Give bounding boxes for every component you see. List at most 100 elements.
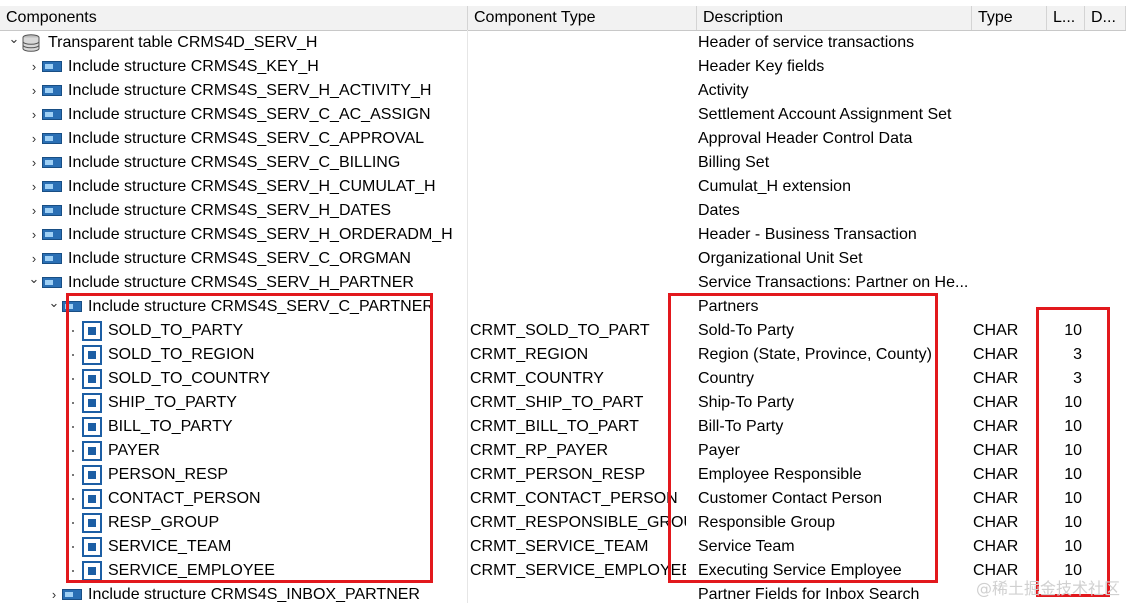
data-type-cell	[973, 127, 1043, 151]
length-cell	[1048, 55, 1082, 79]
chevron-right-icon[interactable]: ›	[28, 247, 40, 271]
chevron-right-icon[interactable]: ›	[28, 175, 40, 199]
length-cell	[1048, 79, 1082, 103]
chevron-right-icon[interactable]: ›	[28, 199, 40, 223]
length-cell	[1048, 223, 1082, 247]
column-header-components[interactable]: Components	[0, 6, 468, 30]
component-type-cell	[470, 79, 686, 103]
length-cell	[1048, 247, 1082, 271]
chevron-right-icon[interactable]: ›	[28, 127, 40, 151]
data-type-cell	[973, 151, 1043, 175]
tree-row-crms4s-serv-c-approval[interactable]: › Include structure CRMS4S_SERV_C_APPROVA…	[0, 127, 1126, 151]
component-name: Include structure CRMS4S_SERV_H_ORDERADM…	[68, 226, 453, 243]
highlight-box-lengths	[1036, 307, 1110, 597]
data-type-cell: CHAR	[973, 370, 1019, 387]
data-type-cell: CHAR	[973, 490, 1019, 507]
component-type-cell	[470, 295, 686, 319]
component-type-cell: CRMT_SHIP_TO_PART	[470, 394, 644, 411]
data-type-cell	[973, 247, 1043, 271]
data-type-cell: CHAR	[973, 466, 1019, 483]
data-type-cell	[973, 295, 1043, 319]
tree-row-crms4s-serv-c-billing[interactable]: › Include structure CRMS4S_SERV_C_BILLING…	[0, 151, 1126, 175]
column-header-decimals[interactable]: D...	[1085, 6, 1126, 30]
chevron-right-icon[interactable]: ›	[28, 223, 40, 247]
highlight-box-fields	[66, 293, 433, 583]
data-type-cell	[973, 223, 1043, 247]
component-type-cell	[470, 583, 686, 607]
tree-row-crms4s-serv-h-dates[interactable]: › Include structure CRMS4S_SERV_H_DATES Da…	[0, 199, 1126, 223]
description-cell: Activity	[698, 82, 749, 99]
component-type-cell: CRMT_SOLD_TO_PART	[470, 322, 650, 339]
structure-icon	[42, 157, 62, 168]
component-type-cell: CRMT_RP_PAYER	[470, 442, 609, 459]
chevron-right-icon[interactable]: ›	[48, 583, 60, 607]
column-header-description[interactable]: Description	[697, 6, 972, 30]
data-type-cell: CHAR	[973, 418, 1019, 435]
tree-row-crms4s-serv-c-ac-assign[interactable]: › Include structure CRMS4S_SERV_C_AC_ASSI…	[0, 103, 1126, 127]
description-cell: Organizational Unit Set	[698, 250, 863, 267]
component-type-cell: CRMT_CONTACT_PERSON	[470, 490, 678, 507]
data-type-cell: CHAR	[973, 322, 1019, 339]
structure-icon	[42, 205, 62, 216]
tree-row-crms4s-serv-c-orgman[interactable]: › Include structure CRMS4S_SERV_C_ORGMAN O…	[0, 247, 1126, 271]
data-type-cell	[973, 271, 1043, 295]
structure-icon	[42, 229, 62, 240]
component-name: Include structure CRMS4S_INBOX_PARTNER	[88, 586, 420, 603]
structure-icon	[42, 181, 62, 192]
length-cell	[1048, 271, 1082, 295]
chevron-down-icon[interactable]: ⌄	[48, 295, 60, 319]
structure-icon	[42, 277, 62, 288]
data-type-cell: CHAR	[973, 442, 1019, 459]
component-name: Include structure CRMS4S_SERV_C_AC_ASSIG…	[68, 106, 431, 123]
column-header-component-type[interactable]: Component Type	[468, 6, 697, 30]
component-type-cell	[470, 127, 686, 151]
structure-icon	[62, 589, 82, 600]
structure-icon	[42, 85, 62, 96]
component-name: Include structure CRMS4S_SERV_H_ACTIVITY…	[68, 82, 432, 99]
column-header-type[interactable]: Type	[972, 6, 1047, 30]
component-type-cell	[470, 199, 686, 223]
data-type-cell	[973, 103, 1043, 127]
structure-icon	[42, 133, 62, 144]
data-type-cell: CHAR	[973, 514, 1019, 531]
chevron-right-icon[interactable]: ›	[28, 79, 40, 103]
chevron-right-icon[interactable]: ›	[28, 103, 40, 127]
description-cell: Cumulat_H extension	[698, 178, 851, 195]
component-type-cell	[470, 151, 686, 175]
data-type-cell: CHAR	[973, 538, 1019, 555]
tree-row-crms4s-key-h[interactable]: › Include structure CRMS4S_KEY_H Header Ke…	[0, 55, 1126, 79]
column-header-row: Components Component Type Description Ty…	[0, 6, 1126, 31]
tree-row-crms4s-serv-h-orderadm-h[interactable]: › Include structure CRMS4S_SERV_H_ORDERAD…	[0, 223, 1126, 247]
component-type-cell: CRMT_REGION	[470, 346, 589, 363]
description-cell: Billing Set	[698, 154, 770, 171]
component-type-cell: CRMT_SERVICE_EMPLOYEE	[470, 562, 686, 579]
component-type-cell	[470, 247, 686, 271]
component-type-cell	[470, 271, 686, 295]
tree-row-crms4s-serv-h-partner[interactable]: ⌄ Include structure CRMS4S_SERV_H_PARTNER…	[0, 271, 1126, 295]
length-cell	[1048, 103, 1082, 127]
component-name: Include structure CRMS4S_SERV_C_BILLING	[68, 154, 401, 171]
length-cell	[1048, 175, 1082, 199]
table-icon	[22, 34, 40, 52]
tree-row-crms4d-serv-h[interactable]: ⌄ Transparent table CRMS4D_SERV_H Header o…	[0, 31, 1126, 55]
length-cell	[1048, 127, 1082, 151]
chevron-down-icon[interactable]: ⌄	[8, 31, 20, 55]
length-cell	[1048, 31, 1082, 55]
component-name: Include structure CRMS4S_SERV_H_CUMULAT_…	[68, 178, 436, 195]
chevron-down-icon[interactable]: ⌄	[28, 271, 40, 295]
structure-icon	[42, 109, 62, 120]
description-cell: Partner Fields for Inbox Search	[698, 586, 920, 603]
chevron-right-icon[interactable]: ›	[28, 55, 40, 79]
data-type-cell: CHAR	[973, 394, 1019, 411]
data-type-cell	[973, 79, 1043, 103]
column-header-length[interactable]: L...	[1047, 6, 1085, 30]
tree-row-crms4s-inbox-partner[interactable]: › Include structure CRMS4S_INBOX_PARTNER P…	[0, 583, 1126, 607]
description-cell: Dates	[698, 202, 740, 219]
component-name: Include structure CRMS4S_SERV_H_PARTNER	[68, 274, 414, 291]
chevron-right-icon[interactable]: ›	[28, 151, 40, 175]
tree-row-crms4s-serv-h-activity-h[interactable]: › Include structure CRMS4S_SERV_H_ACTIVIT…	[0, 79, 1126, 103]
tree-row-crms4s-serv-h-cumulat-h[interactable]: › Include structure CRMS4S_SERV_H_CUMULAT…	[0, 175, 1126, 199]
data-type-cell	[973, 175, 1043, 199]
component-type-cell: CRMT_RESPONSIBLE_GROUP	[470, 514, 686, 531]
length-cell	[1048, 151, 1082, 175]
